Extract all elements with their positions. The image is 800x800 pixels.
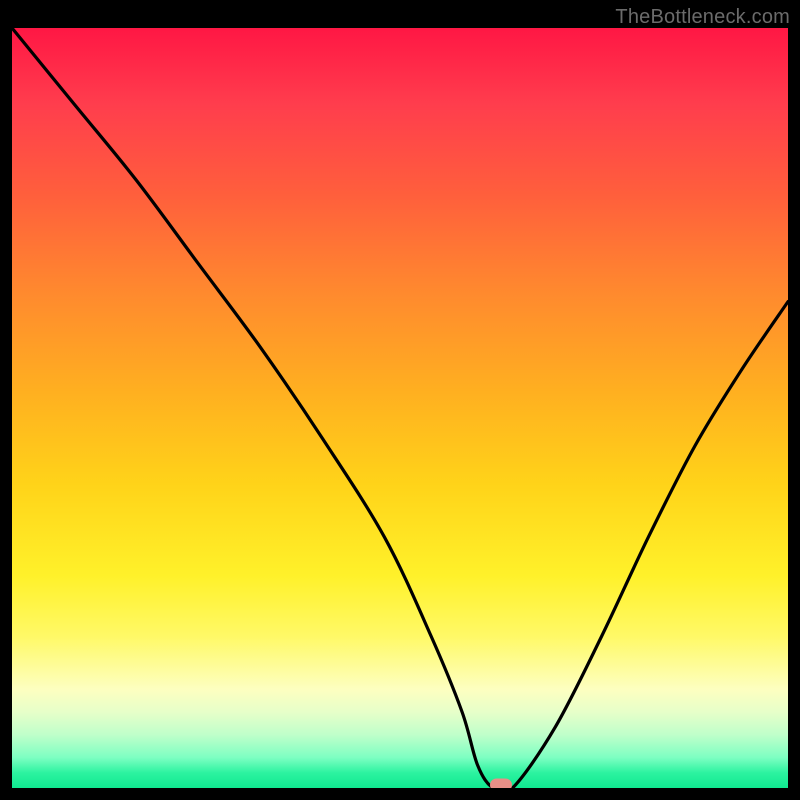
chart-frame: TheBottleneck.com — [0, 0, 800, 800]
bottleneck-curve — [12, 28, 788, 788]
watermark-text: TheBottleneck.com — [615, 6, 790, 29]
plot-area — [12, 28, 788, 788]
minimum-marker — [490, 779, 512, 789]
